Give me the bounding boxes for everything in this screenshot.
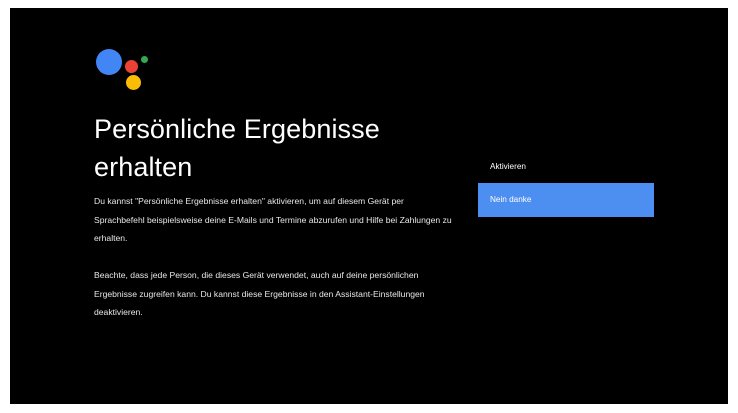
- tv-screen: Persönliche Ergebnisse erhalten Du kanns…: [10, 8, 728, 404]
- logo-yellow-dot: [126, 75, 141, 90]
- logo-green-dot: [141, 56, 148, 63]
- privacy-note-paragraph: Beachte, dass jede Person, die dieses Ge…: [94, 270, 425, 317]
- activate-button[interactable]: Aktivieren: [478, 150, 654, 184]
- logo-blue-dot: [96, 49, 122, 75]
- google-assistant-icon: [96, 44, 166, 100]
- page-title: Persönliche Ergebnisse erhalten: [94, 114, 380, 182]
- logo-red-dot: [125, 60, 138, 73]
- description-paragraph: Du kannst "Persönliche Ergebnisse erhalt…: [94, 196, 452, 243]
- no-thanks-button[interactable]: Nein danke: [478, 183, 654, 217]
